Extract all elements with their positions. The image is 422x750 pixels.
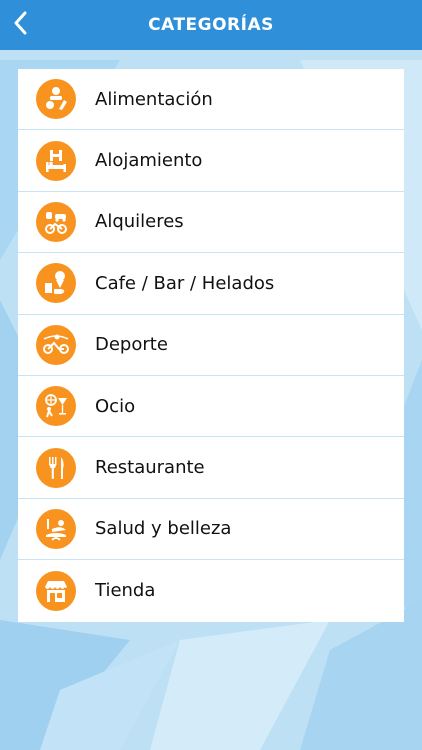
- category-label: Restaurante: [95, 457, 205, 479]
- rental-icon: [36, 201, 76, 242]
- sport-icon: [36, 324, 76, 365]
- category-list: Alimentación Alojamiento Alquileres Cafe…: [18, 69, 404, 622]
- back-button[interactable]: [0, 0, 40, 50]
- hotel-icon: [36, 140, 76, 181]
- category-label: Ocio: [95, 395, 136, 417]
- category-item-ocio[interactable]: Ocio: [18, 376, 404, 438]
- category-item-deporte[interactable]: Deporte: [18, 315, 404, 376]
- category-label: Deporte: [95, 334, 168, 356]
- category-item-cafe-bar-helados[interactable]: Cafe / Bar / Helados: [18, 253, 404, 315]
- category-label: Salud y belleza: [95, 518, 232, 540]
- category-item-alquileres[interactable]: Alquileres: [18, 192, 404, 254]
- spa-icon: [36, 508, 76, 549]
- category-item-tienda[interactable]: Tienda: [18, 560, 404, 621]
- leisure-icon: [36, 386, 76, 427]
- page-title: CATEGORÍAS: [148, 15, 274, 35]
- cafe-icon: [36, 263, 76, 304]
- category-item-alojamiento[interactable]: Alojamiento: [18, 130, 404, 192]
- category-label: Cafe / Bar / Helados: [95, 272, 275, 294]
- shop-icon: [36, 570, 76, 611]
- navigation-bar: CATEGORÍAS: [0, 0, 422, 50]
- chevron-left-icon: [13, 11, 27, 39]
- category-label: Alojamiento: [95, 150, 203, 172]
- restaurant-icon: [36, 447, 76, 488]
- category-item-restaurante[interactable]: Restaurante: [18, 437, 404, 499]
- category-label: Tienda: [95, 580, 156, 602]
- category-item-alimentacion[interactable]: Alimentación: [18, 69, 404, 131]
- food-icon: [36, 79, 76, 120]
- category-label: Alimentación: [95, 88, 213, 110]
- category-item-salud-y-belleza[interactable]: Salud y belleza: [18, 499, 404, 561]
- screen: CATEGORÍAS Alimentación Alojamiento Alqu…: [0, 0, 422, 750]
- category-label: Alquileres: [95, 211, 184, 233]
